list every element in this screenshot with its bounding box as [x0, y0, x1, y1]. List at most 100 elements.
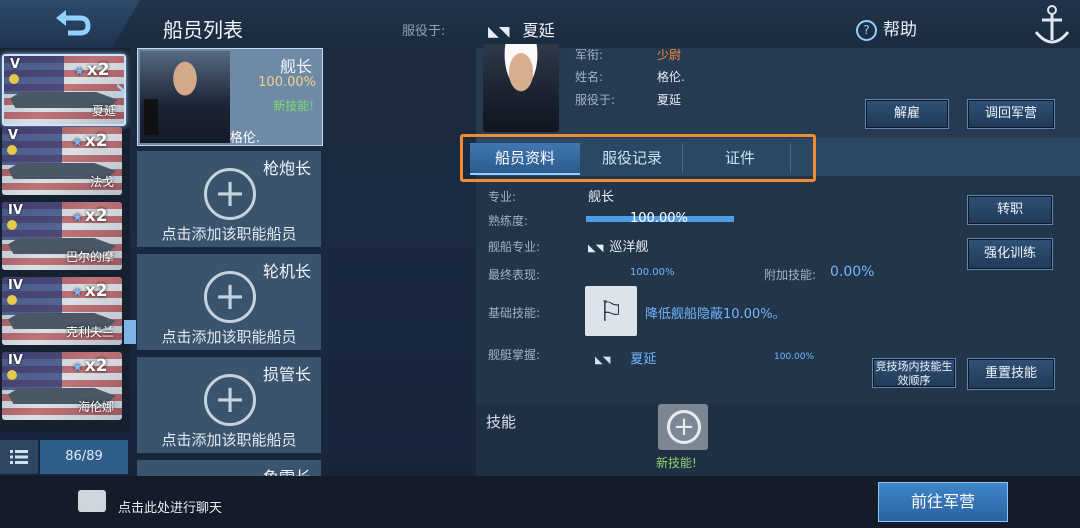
- rank-label: 军衔:: [575, 48, 604, 62]
- add-icon: +: [667, 410, 701, 444]
- specialty-label: 专业:: [488, 190, 517, 204]
- name-value: 格伦.: [657, 70, 685, 84]
- skills-label: 技能: [486, 413, 517, 431]
- dismiss-button[interactable]: 解雇: [865, 99, 949, 129]
- transfer-button[interactable]: 转职: [967, 195, 1053, 225]
- extra-skill-value: 0.00%: [830, 264, 875, 280]
- rank-badge-icon: [7, 370, 17, 380]
- slot-title: 枪炮长: [262, 159, 311, 178]
- new-skill-label: 新技能!: [656, 456, 697, 470]
- chevron-right-icon: ›: [114, 70, 128, 110]
- star-icon: ★: [74, 64, 85, 78]
- slot-title: 轮机长: [262, 262, 311, 281]
- star-icon: ★: [72, 210, 83, 224]
- ship-tier: IV: [8, 353, 23, 368]
- cruiser-class-icon: ◣◥: [588, 243, 604, 254]
- recall-button[interactable]: 调回军营: [967, 99, 1055, 129]
- rank-insignia-icon: [144, 99, 158, 135]
- ship-card[interactable]: IV ★ x2 克利夫兰: [2, 277, 122, 345]
- stealth-skill-icon: ⚐: [585, 286, 637, 336]
- captain-new-skill: 新技能!: [273, 99, 314, 113]
- slot-add-label: 点击添加该职能船员: [161, 431, 297, 449]
- goto-barracks-button[interactable]: 前往军营: [878, 482, 1008, 522]
- ship-multiplier: ★ x2: [72, 281, 108, 301]
- ship-tier: V: [10, 57, 21, 72]
- base-skill-label: 基础技能:: [488, 306, 541, 320]
- arena-order-button[interactable]: 竞技场内技能生效顺序: [872, 358, 956, 388]
- served-on-label: 服役于:: [402, 24, 446, 39]
- ship-mastery: ◣◥ 夏延: [595, 352, 657, 367]
- list-filter-button[interactable]: [0, 440, 38, 474]
- chat-prompt[interactable]: 点击此处进行聊天: [118, 497, 222, 516]
- slot-add-label: 点击添加该职能船员: [161, 225, 297, 243]
- ship-card[interactable]: V ★ x2 夏延: [2, 54, 126, 126]
- ship-multiplier: ★ x2: [72, 206, 108, 226]
- star-icon: ★: [72, 285, 83, 299]
- ship-name: 法戈: [89, 175, 114, 189]
- ship-multiplier: ★ x2: [72, 356, 108, 376]
- rank-badge-icon: [7, 295, 17, 305]
- final-performance-label: 最终表现:: [488, 268, 541, 282]
- add-icon: +: [204, 271, 256, 323]
- crew-slot-gunnery[interactable]: 枪炮长 + 点击添加该职能船员: [137, 151, 321, 247]
- ship-card[interactable]: V ★ x2 法戈: [2, 127, 122, 195]
- ship-mastery-label: 舰艇掌握:: [488, 348, 541, 362]
- ship-tier: IV: [8, 278, 23, 293]
- captain-percent: 100.00%: [258, 75, 316, 90]
- served-value: 夏延: [657, 93, 682, 107]
- ship-multiplier: ★ x2: [72, 131, 108, 151]
- help-label: 帮助: [883, 20, 917, 40]
- ship-multiplier: ★ x2: [74, 60, 110, 80]
- ship-tier: IV: [8, 203, 23, 218]
- tab-highlight-box: [460, 134, 816, 182]
- slot-title: 鱼雷长: [263, 464, 311, 476]
- train-button[interactable]: 强化训练: [967, 238, 1053, 270]
- ship-mastery-value: 100.00%: [774, 352, 815, 362]
- help-button[interactable]: ? 帮助: [856, 15, 917, 41]
- chat-icon[interactable]: [78, 490, 106, 512]
- served-label: 服役于:: [575, 93, 616, 107]
- slot-title: 损管长: [262, 365, 311, 384]
- ship-name: 海伦娜: [77, 400, 114, 414]
- ship-tier: V: [8, 128, 19, 143]
- reset-skills-button[interactable]: 重置技能: [967, 358, 1055, 390]
- anchor-icon[interactable]: [1028, 0, 1076, 52]
- proficiency-value: 100.00%: [630, 211, 688, 226]
- ship-card[interactable]: IV ★ x2 海伦娜: [2, 352, 122, 420]
- add-icon: +: [204, 374, 256, 426]
- ship-card[interactable]: IV ★ x2 巴尔的摩: [2, 202, 122, 270]
- crew-slot-torpedo[interactable]: 鱼雷长: [137, 460, 321, 476]
- rank-badge-icon: [7, 145, 17, 155]
- crew-slot-damage-control[interactable]: 损管长 + 点击添加该职能船员: [137, 357, 321, 453]
- ship-class-icon: ◣◥: [488, 24, 510, 40]
- crew-slot-captain[interactable]: 舰长 100.00% 新技能! 格伦.: [137, 48, 323, 146]
- slot-title: 舰长: [279, 57, 312, 76]
- extra-skill-label: 附加技能:: [764, 268, 817, 282]
- skills-section: [476, 404, 1080, 476]
- add-icon: +: [204, 168, 256, 220]
- crew-slot-engineer[interactable]: 轮机长 + 点击添加该职能船员: [137, 254, 321, 350]
- rank-badge-icon: [9, 74, 19, 84]
- proficiency-label: 熟练度:: [488, 214, 529, 228]
- crew-portrait: [483, 44, 559, 132]
- back-arrow-icon[interactable]: [52, 6, 92, 36]
- captain-name: 格伦.: [229, 131, 260, 146]
- final-performance-value: 100.00%: [630, 267, 675, 278]
- page-title: 船员列表: [163, 18, 243, 42]
- ship-name: 巴尔的摩: [65, 250, 114, 264]
- ship-class-icon: ◣◥: [595, 355, 611, 366]
- question-icon: ?: [856, 19, 877, 41]
- star-icon: ★: [72, 135, 83, 149]
- list-icon: [10, 450, 28, 464]
- ship-list-scrollbar[interactable]: [124, 320, 136, 344]
- ship-name: 夏延: [91, 104, 116, 118]
- crew-count: 86/89: [40, 440, 128, 474]
- specialty-value: 舰长: [588, 190, 615, 205]
- served-ship: ◣◥ 夏延: [488, 17, 555, 41]
- served-ship-name: 夏延: [522, 21, 555, 40]
- base-skill-value: 降低舰船隐蔽10.00%。: [645, 307, 786, 322]
- ship-specialty-label: 舰船专业:: [488, 240, 541, 254]
- slot-add-label: 点击添加该职能船员: [161, 328, 297, 346]
- star-icon: ★: [72, 360, 83, 374]
- rank-value: 少尉: [657, 48, 682, 62]
